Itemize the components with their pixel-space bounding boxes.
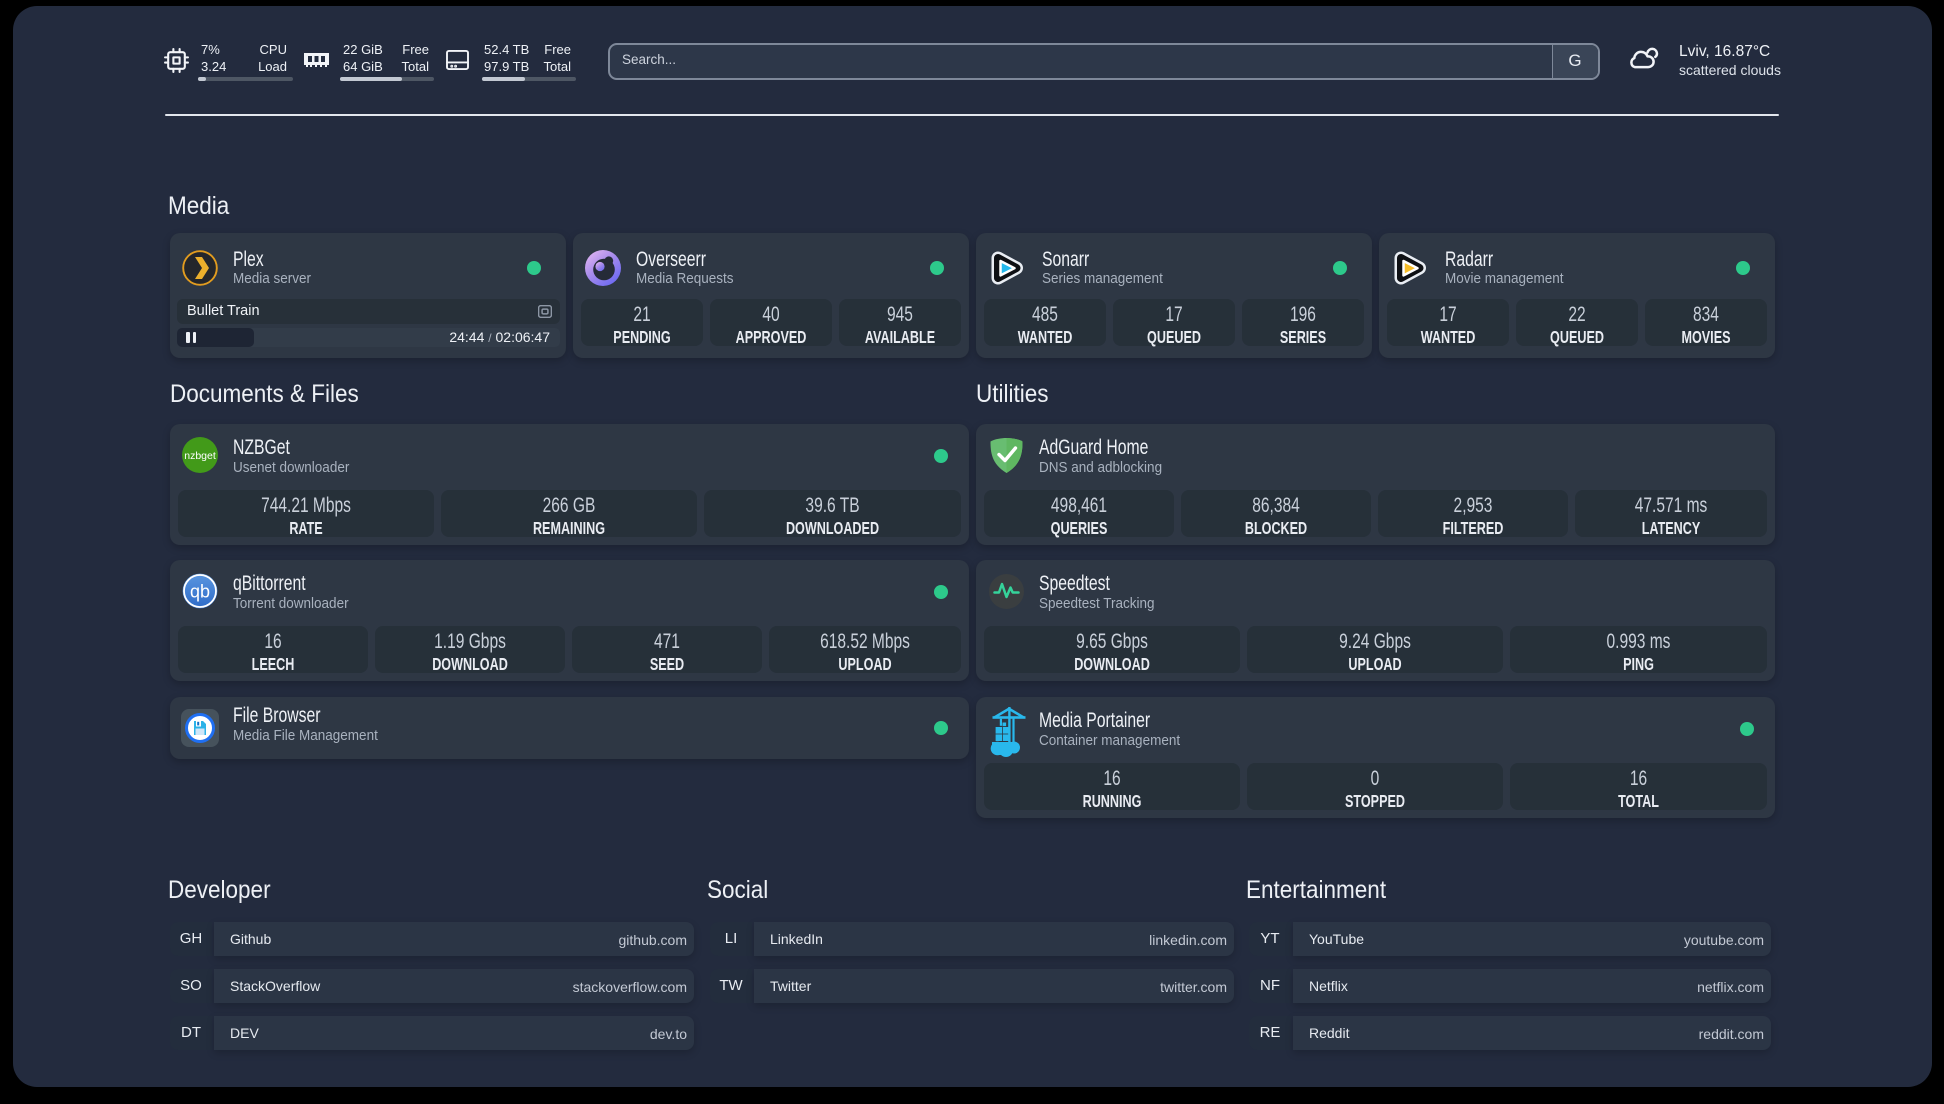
svg-text:qb: qb — [190, 582, 210, 602]
svg-text:nzbget: nzbget — [184, 450, 216, 462]
